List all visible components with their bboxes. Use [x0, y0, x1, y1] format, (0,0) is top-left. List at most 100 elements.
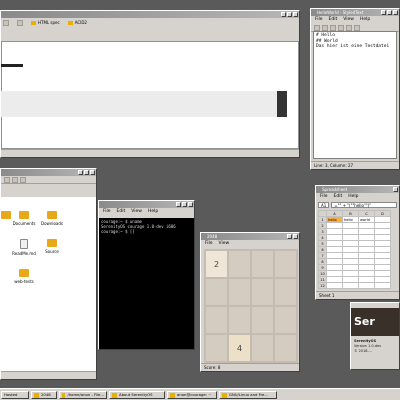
page-content-band	[1, 91, 277, 117]
terminal-icon	[170, 392, 175, 398]
bookmarks-bar: HTML spec ACID2	[1, 18, 299, 27]
tile	[229, 279, 250, 305]
menu-help[interactable]: Help	[148, 208, 158, 216]
minimize-icon[interactable]	[381, 10, 386, 15]
menu-help[interactable]: Help	[348, 193, 358, 201]
forward-icon[interactable]	[17, 19, 23, 26]
folder-icon	[19, 269, 29, 277]
editor-titlebar[interactable]: HelloWorld - StyledText	[311, 9, 399, 16]
tile	[206, 307, 227, 333]
folder-icon	[19, 211, 29, 219]
menu-file[interactable]: File	[103, 208, 111, 216]
terminal-line: courage:~ $ []	[101, 229, 135, 234]
taskbar-item[interactable]: anon@courage: ~	[167, 391, 217, 399]
sheet-cell[interactable]	[358, 282, 375, 289]
close-icon[interactable]	[293, 12, 298, 17]
maximize-icon[interactable]	[387, 10, 392, 15]
terminal-titlebar[interactable]	[99, 201, 194, 208]
cell-reference[interactable]: A1	[318, 202, 330, 208]
formula-input[interactable]: ="" + "(""hello"")"	[331, 202, 397, 208]
taskbar-item[interactable]: Hosted	[1, 391, 29, 399]
folder-icon	[47, 239, 57, 247]
menu-edit[interactable]: Edit	[117, 208, 126, 216]
tile	[275, 335, 296, 361]
file-item-source[interactable]: Source	[39, 239, 65, 254]
up-icon[interactable]	[20, 177, 26, 183]
sheet-menubar: File Edit Help	[316, 193, 399, 201]
browser-titlebar[interactable]	[1, 11, 299, 18]
page-side-button[interactable]	[277, 91, 287, 117]
terminal-window: File Edit View Help courage:~ $ uname Se…	[98, 200, 195, 350]
taskbar-item[interactable]: GNU/Linux and Fre...	[219, 391, 277, 399]
bookmark-html-spec[interactable]: HTML spec	[31, 20, 60, 25]
taskbar-item[interactable]: About SerenityOS	[109, 391, 165, 399]
tile	[275, 307, 296, 333]
minimize-icon[interactable]	[281, 12, 286, 17]
menu-edit[interactable]: Edit	[329, 16, 338, 24]
menu-file[interactable]: File	[315, 16, 323, 24]
forward-icon[interactable]	[12, 177, 18, 183]
menu-view[interactable]: View	[343, 16, 354, 24]
tile	[252, 251, 273, 277]
back-icon[interactable]	[3, 19, 9, 26]
terminal-menubar: File Edit View Help	[99, 208, 194, 216]
taskbar-item[interactable]: /home/anon - File...	[59, 391, 107, 399]
menu-file[interactable]: File	[205, 240, 213, 248]
about-icon	[112, 392, 117, 398]
editor-statusbar: Line: 3, Column: 27	[311, 161, 399, 169]
taskbar-item[interactable]: 2048	[31, 391, 57, 399]
bookmark-acid2[interactable]: ACID2	[67, 20, 87, 25]
minimize-icon[interactable]	[176, 202, 181, 207]
menu-view[interactable]: View	[219, 240, 230, 248]
files-titlebar[interactable]	[1, 169, 96, 176]
sheet-titlebar[interactable]: Spreadsheet	[316, 186, 399, 193]
maximize-icon[interactable]	[84, 170, 89, 175]
spreadsheet-window: Spreadsheet File Edit Help A1 ="" + "(""…	[315, 185, 400, 300]
bookmark-icon	[31, 20, 36, 25]
text-editor-window: HelloWorld - StyledText File Edit View H…	[310, 8, 400, 170]
close-icon[interactable]	[188, 202, 193, 207]
close-icon[interactable]	[293, 234, 298, 239]
page-heading-rule	[1, 64, 23, 67]
close-icon[interactable]	[90, 170, 95, 175]
sheet-grid[interactable]: A B C D 1 hello hello world 2 3 4 5 6 7 8 9 10 11 12	[318, 210, 391, 289]
file-item-downloads[interactable]: Downloads	[39, 211, 65, 226]
menu-help[interactable]: Help	[360, 16, 370, 24]
row-header[interactable]: 12	[318, 282, 327, 289]
file-item-documents[interactable]: Documents	[11, 211, 37, 226]
file-item-web-tests[interactable]: web-tests	[11, 269, 37, 284]
menu-view[interactable]: View	[131, 208, 142, 216]
file-item-readme[interactable]: ReadMe.md	[11, 239, 37, 256]
editor-line: Das hier ist eine Testdatei	[316, 44, 390, 49]
close-icon[interactable]	[393, 10, 398, 15]
game-icon	[34, 392, 39, 398]
tile	[206, 279, 227, 305]
maximize-icon[interactable]	[287, 12, 292, 17]
sheet-tab[interactable]: Sheet 1	[316, 291, 399, 299]
minimize-icon[interactable]	[287, 234, 292, 239]
tile	[275, 251, 296, 277]
game-titlebar[interactable]: 2048	[201, 233, 299, 240]
sheet-cell[interactable]	[326, 282, 343, 289]
close-icon[interactable]	[393, 187, 398, 192]
sheet-cell[interactable]	[374, 282, 391, 289]
tile	[229, 307, 250, 333]
game-board[interactable]: 2 4	[204, 249, 298, 363]
minimize-icon[interactable]	[78, 170, 83, 175]
tile: 2	[206, 251, 227, 277]
tile	[252, 307, 273, 333]
browser-window: HTML spec ACID2	[0, 10, 300, 158]
menu-file[interactable]: File	[320, 193, 328, 201]
menu-edit[interactable]: Edit	[334, 193, 343, 201]
sheet-cell[interactable]	[342, 282, 359, 289]
terminal-output[interactable]: courage:~ $ uname SerenityOS courage 1.0…	[99, 218, 194, 349]
maximize-icon[interactable]	[182, 202, 187, 207]
taskbar: Hosted 2048 /home/anon - File... About S…	[0, 388, 400, 400]
file-view: Documents Downloads ReadMe.md Source web…	[1, 197, 96, 371]
sheet-title: Spreadsheet	[322, 187, 348, 192]
editor-text-area[interactable]: # Hello ## World Das hier ist eine Testd…	[313, 31, 397, 159]
game-title: 2048	[207, 234, 218, 239]
game-menubar: File View	[201, 240, 299, 248]
tile: 4	[229, 335, 250, 361]
back-icon[interactable]	[4, 177, 10, 183]
